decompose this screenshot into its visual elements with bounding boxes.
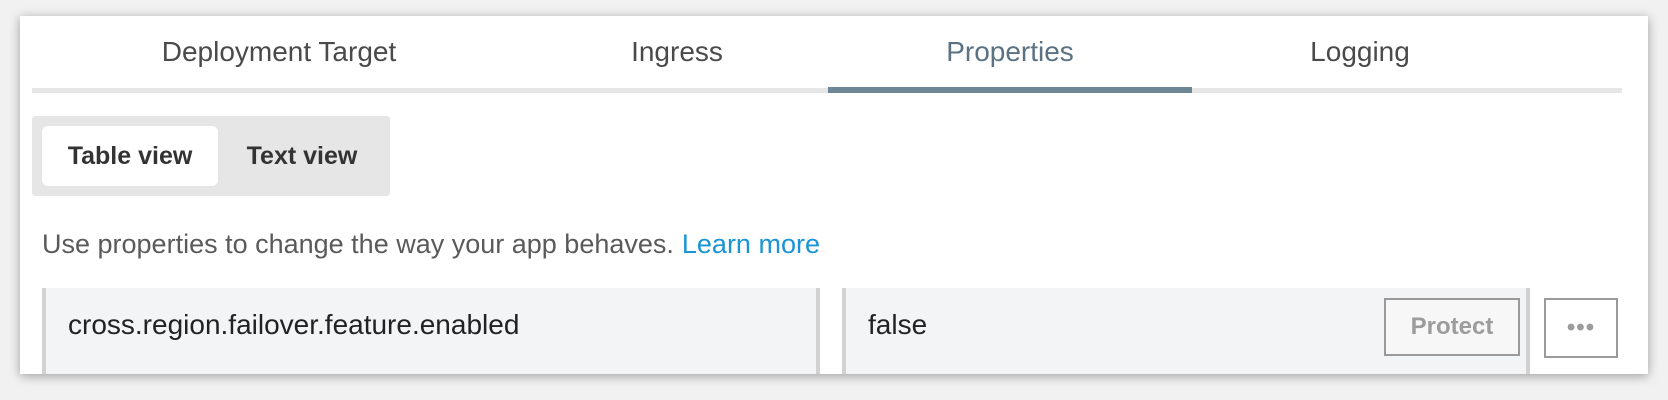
tab-logging[interactable]: Logging	[1192, 16, 1528, 88]
table-view-button[interactable]: Table view	[42, 126, 218, 186]
tab-label: Logging	[1310, 36, 1410, 67]
view-toggle: Table view Text view	[32, 116, 390, 196]
text-view-button[interactable]: Text view	[224, 126, 380, 186]
property-key-field	[42, 288, 820, 374]
description-text: Use properties to change the way your ap…	[42, 229, 674, 259]
learn-more-link[interactable]: Learn more	[682, 229, 820, 259]
tab-label: Properties	[946, 36, 1074, 67]
property-value-input[interactable]	[866, 304, 1350, 346]
properties-panel: Deployment Target Ingress Properties Log…	[20, 16, 1648, 374]
tab-bar: Deployment Target Ingress Properties Log…	[32, 16, 1622, 93]
tab-properties[interactable]: Properties	[828, 16, 1192, 93]
tab-ingress[interactable]: Ingress	[526, 16, 828, 88]
property-key-input[interactable]	[66, 304, 790, 346]
property-value-field: Protect	[842, 288, 1530, 374]
protect-button[interactable]: Protect	[1384, 298, 1520, 356]
tab-label: Deployment Target	[161, 36, 397, 67]
more-options-button[interactable]: •••	[1544, 298, 1618, 358]
tab-label: Ingress	[631, 36, 723, 67]
more-horizontal-icon: •••	[1566, 314, 1596, 341]
properties-description: Use properties to change the way your ap…	[42, 229, 820, 260]
tab-deployment-target[interactable]: Deployment Target	[32, 16, 526, 88]
